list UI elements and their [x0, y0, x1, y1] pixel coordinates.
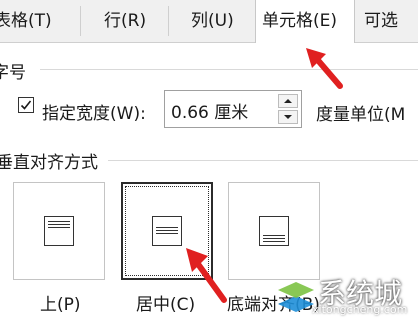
tab-cell-label: 单元格(E) [262, 11, 338, 31]
spin-up-button[interactable] [278, 94, 298, 108]
tab-table[interactable]: 表格(T) [0, 0, 52, 42]
tab-optional-label: 可选 [364, 11, 398, 31]
annotation-arrow-icon [306, 48, 343, 89]
width-value: 0.66 厘米 [171, 103, 249, 123]
chevron-up-icon [284, 99, 292, 103]
tab-cell[interactable]: 单元格(E) [255, 0, 355, 43]
align-top-button[interactable] [13, 182, 105, 280]
align-center-label: 居中(C) [136, 295, 196, 315]
checkmark-icon [20, 100, 32, 110]
section-divider [40, 69, 418, 70]
align-bottom-button[interactable] [228, 182, 320, 280]
tab-row[interactable]: 行(R) [104, 0, 146, 42]
tab-divider [80, 6, 81, 36]
size-section-title: 字号 [0, 63, 26, 83]
tab-table-label: 表格(T) [0, 11, 52, 31]
tab-column[interactable]: 列(U) [191, 0, 234, 42]
specify-width-label: 指定宽度(W): [42, 104, 146, 124]
tab-column-label: 列(U) [191, 11, 234, 31]
measure-unit-label: 度量单位(M [316, 105, 406, 125]
align-center-button[interactable] [121, 182, 213, 280]
section-divider [108, 160, 418, 161]
align-top-icon [44, 216, 74, 246]
align-top-label: 上(P) [40, 295, 81, 315]
watermark-url: xitongcheng.com [312, 303, 408, 316]
chevron-down-icon [284, 115, 292, 119]
align-bottom-icon [259, 216, 289, 246]
spin-down-button[interactable] [278, 110, 298, 124]
tab-optional[interactable]: 可选 [364, 0, 398, 42]
tab-divider [168, 6, 169, 36]
width-input[interactable]: 0.66 厘米 [164, 90, 302, 128]
specify-width-checkbox[interactable] [18, 97, 34, 113]
width-spinner [278, 94, 298, 124]
vertical-alignment-title: 垂直对齐方式 [0, 153, 98, 173]
tab-bar: 表格(T) 行(R) 列(U) 单元格(E) 可选 [0, 0, 418, 43]
align-center-icon [152, 216, 182, 246]
tab-row-label: 行(R) [104, 11, 147, 31]
